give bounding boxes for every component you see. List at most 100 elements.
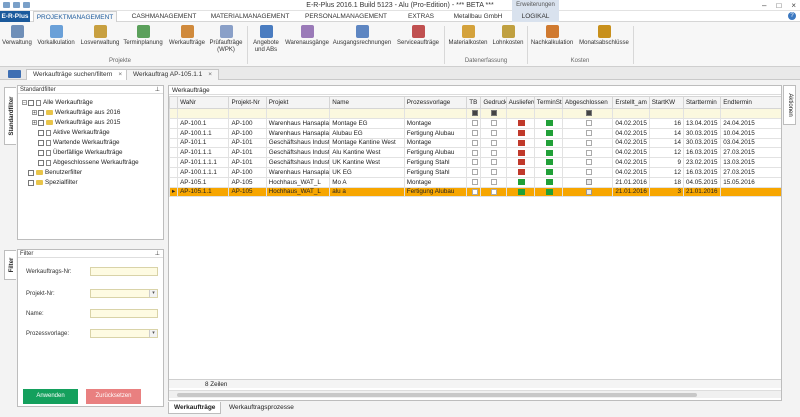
checkbox[interactable] [38,119,44,126]
checkbox[interactable] [491,139,498,146]
close-icon[interactable]: × [118,71,122,78]
cell-terminstatus[interactable] [533,157,564,168]
row-indicator[interactable] [169,166,179,178]
cell-startkw[interactable]: 12 [648,166,684,178]
reset-button[interactable]: Zurücksetzen [86,389,141,404]
cell-wanr[interactable]: AP-100.1.1.1 [177,166,230,178]
cell-terminstatus[interactable] [533,127,564,139]
cell-auslieferung[interactable] [505,166,535,178]
tree-node-ueberfaellige[interactable]: Überfällige Werkaufträge [38,148,123,157]
checkbox[interactable] [585,120,592,127]
tree-node-wartende[interactable]: Wartende Werkaufträge [38,138,120,147]
row-indicator[interactable] [169,137,179,149]
col-prozessvorlage[interactable]: Prozessvorlage [403,96,468,109]
materialkosten-button[interactable]: Materialkosten [446,25,490,47]
expand-icon[interactable]: + [32,110,37,116]
cell-prozessvorlage[interactable]: Fertigung Alubau [403,186,468,198]
checkbox[interactable] [471,130,478,137]
checkbox[interactable] [38,139,44,146]
checkbox[interactable] [38,149,44,156]
checkbox[interactable] [471,149,478,156]
row-indicator[interactable] [169,127,179,139]
row-indicator[interactable] [169,176,179,188]
checkbox[interactable] [585,139,592,146]
tree-node-spezialfilter[interactable]: Spezialfilter [28,178,78,187]
cell-starttermin[interactable]: 16.03.2015 [682,166,722,178]
cell-abgeschlossen[interactable] [562,176,614,188]
checkbox[interactable] [585,159,592,166]
tab-werkauftragsprozesse[interactable]: Werkauftragsprozesse [224,402,299,414]
tab-metallbau[interactable]: Metallbau GmbH [450,11,506,22]
collapse-icon[interactable]: − [22,100,27,106]
cell-projekt[interactable]: Warenhaus Hansaplatz [265,127,331,139]
cell-auslieferung[interactable] [505,137,535,149]
checkbox[interactable] [471,188,478,195]
cell-gedruckt[interactable] [480,118,507,129]
checkbox[interactable] [471,120,478,127]
checkbox[interactable] [28,99,34,106]
cell-tb[interactable] [466,118,482,129]
cell-starttermin[interactable]: 30.03.2015 [682,137,722,149]
checkbox[interactable] [491,188,498,195]
cell-starttermin[interactable]: 13.04.2015 [682,118,722,129]
cell-terminstatus[interactable] [533,176,564,188]
col-auslieferung[interactable]: Auslieferung [505,96,535,109]
verwaltung-button[interactable]: Verwaltung [2,25,32,47]
cell-abgeschlossen[interactable] [562,147,614,159]
cell-terminstatus[interactable] [533,137,564,149]
cell-endtermin[interactable]: 10.04.2015 [720,127,781,139]
checkbox[interactable] [491,120,498,127]
cell-projekt-nr[interactable]: AP-105 [228,176,267,188]
checkbox[interactable] [491,179,498,185]
cell-terminstatus[interactable] [533,147,564,159]
cell-endtermin[interactable] [720,186,781,198]
table-row[interactable]: AP-101.1AP-101Geschäftshaus Industriestr… [169,137,781,149]
cell-wanr[interactable]: AP-100.1.1 [177,127,230,139]
col-name[interactable]: Name [329,96,405,109]
table-row[interactable]: AP-100.1.1.1 AP-100 Warenhaus Hansaplatz UK… [169,166,781,178]
cell-startkw[interactable]: 9 [648,157,684,168]
cell-terminstatus[interactable] [533,186,564,198]
tab-e-r-plus[interactable]: E-R-Plus [0,11,30,22]
table-row[interactable]: AP-101.1.1.1AP-101Geschäftshaus Industri… [169,157,781,168]
close-icon[interactable]: × [791,1,796,10]
cell-erstellt-am[interactable]: 04.02.2015 [612,166,650,178]
nachkalkulation-button[interactable]: Nachkalkulation [529,25,575,47]
tree-node-benutzerfilter[interactable]: Benutzerfilter [28,168,82,177]
cell-erstellt-am[interactable]: 04.02.2015 [612,157,650,168]
warenausgaenge-button[interactable]: Warenausgänge [284,25,330,47]
checkbox[interactable] [38,109,44,116]
cell-startkw[interactable]: 12 [648,147,684,159]
checkbox[interactable] [585,149,592,156]
cell-starttermin[interactable]: 30.03.2015 [682,127,722,139]
tree-node-aktive[interactable]: Aktive Werkaufträge [38,128,110,137]
cell-projekt[interactable]: Geschäftshaus Industriestr. [265,157,331,168]
cell-name[interactable]: Mo A [329,176,405,188]
pruefauftraege-button[interactable]: Prüfaufträge (WPK) [208,25,244,54]
maximize-icon[interactable]: □ [776,1,781,10]
cell-starttermin[interactable]: 21.01.2016 [682,186,722,198]
cell-gedruckt[interactable] [480,186,507,198]
cell-wanr[interactable]: AP-101.1.1.1 [177,157,230,168]
cell-projekt-nr[interactable]: AP-100 [228,166,267,178]
col-tb[interactable]: TB [466,96,482,109]
cell-endtermin[interactable]: 03.04.2015 [720,137,781,149]
col-gedruckt[interactable]: Gedruckt [480,96,507,109]
tree-node-2015[interactable]: + Werkaufträge aus 2015 [32,118,120,127]
tab-materialmanagement[interactable]: MATERIALMANAGEMENT [205,11,295,22]
table-row[interactable]: AP-100.1 AP-100 Warenhaus Hansaplatz Montag… [169,118,781,129]
horizontal-scrollbar[interactable] [169,390,781,398]
cell-tb[interactable] [466,157,482,168]
cell-prozessvorlage[interactable]: Fertigung Stahl [403,166,468,178]
doc-tab-search[interactable]: Werkaufträge suchen/filtern × [26,69,130,80]
cell-projekt-nr[interactable]: AP-100 [228,127,267,139]
cell-projekt-nr[interactable]: AP-101 [228,137,267,149]
checkbox[interactable] [38,129,44,136]
cell-auslieferung[interactable] [505,157,535,168]
cell-prozessvorlage[interactable]: Montage [403,176,468,188]
cell-abgeschlossen[interactable] [562,157,614,168]
cell-erstellt-am[interactable]: 21.01.2016 [612,176,650,188]
cell-projekt-nr[interactable]: AP-101 [228,147,267,159]
table-row[interactable]: AP-100.1.1 AP-100 Warenhaus Hansaplatz Alub… [169,127,781,139]
checkbox[interactable] [585,188,592,195]
